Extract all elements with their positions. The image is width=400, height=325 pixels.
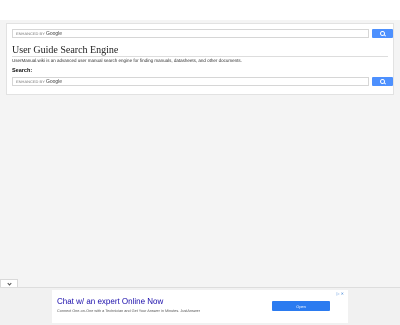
adchoices-icon[interactable]: ▷ ✕	[336, 291, 344, 296]
collapse-ad-button[interactable]	[0, 279, 18, 287]
page-description: UserManual.wiki is an advanced user manu…	[12, 58, 242, 63]
search-button-bottom[interactable]	[372, 77, 393, 86]
ad-bar: ▷ ✕ Chat w/ an expert Online Now Connect…	[0, 287, 400, 325]
enhanced-by-label: ENHANCED BY	[16, 79, 45, 84]
search-label: Search:	[12, 68, 33, 74]
search-row-bottom: ENHANCED BY Google	[12, 77, 393, 86]
ad-subtitle: Connect One-on-One with a Technician and…	[57, 309, 201, 313]
search-button[interactable]	[372, 29, 393, 38]
google-brand: Google	[45, 79, 63, 85]
enhanced-by-label: ENHANCED BY	[16, 31, 45, 36]
top-bar	[0, 0, 400, 20]
search-input[interactable]: ENHANCED BY Google	[12, 29, 369, 38]
search-card: ENHANCED BY Google User Guide Search Eng…	[6, 23, 394, 95]
ad-banner[interactable]: ▷ ✕ Chat w/ an expert Online Now Connect…	[52, 290, 348, 323]
chevron-down-icon	[6, 280, 12, 286]
google-brand: Google	[45, 31, 63, 37]
ad-title[interactable]: Chat w/ an expert Online Now	[57, 297, 163, 306]
search-input-bottom[interactable]: ENHANCED BY Google	[12, 77, 369, 86]
ad-open-button[interactable]: Open	[272, 301, 330, 311]
page-title: User Guide Search Engine	[12, 45, 388, 57]
search-icon	[380, 79, 385, 84]
search-row-top: ENHANCED BY Google	[12, 29, 393, 38]
search-icon	[380, 31, 385, 36]
